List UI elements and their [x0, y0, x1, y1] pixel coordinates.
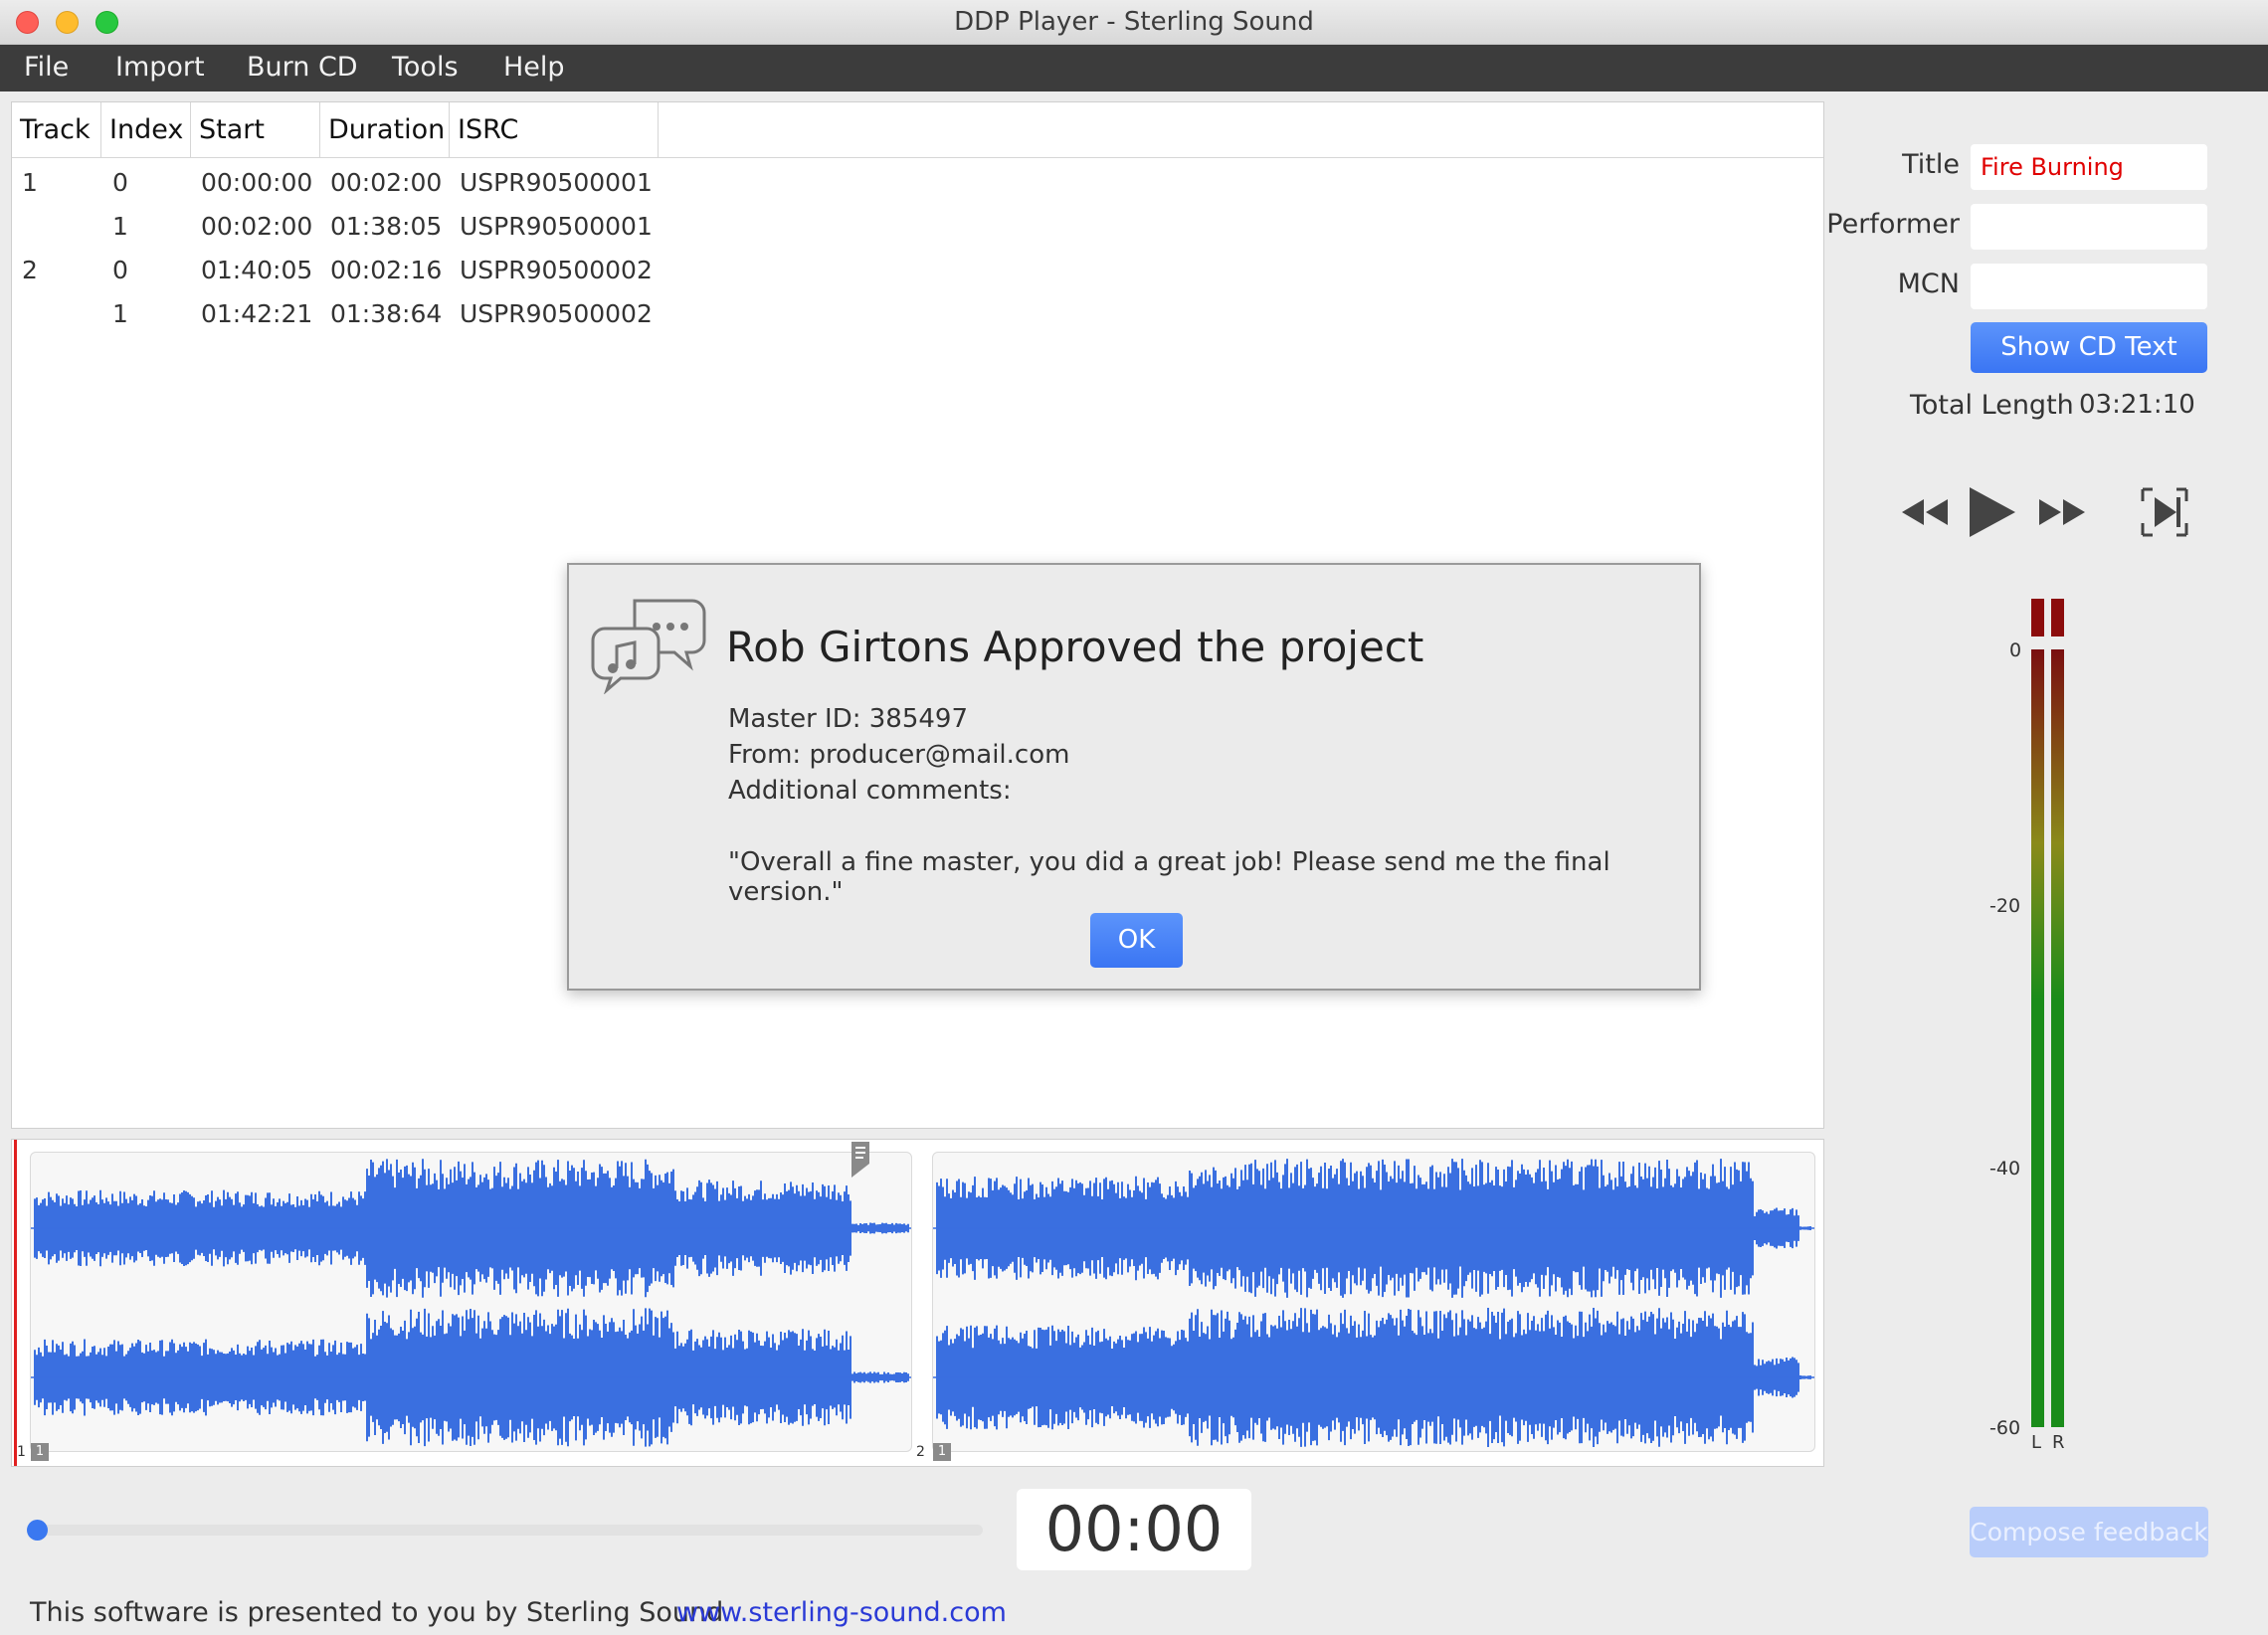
title-label: Title — [1902, 149, 1960, 180]
cell-index: 1 — [112, 212, 128, 241]
performer-field[interactable] — [1971, 204, 2207, 250]
play-icon[interactable] — [1968, 485, 2017, 539]
cell-start: 01:40:05 — [201, 256, 313, 284]
table-row[interactable]: 2 0 01:40:05 00:02:16 USPR90500002 — [12, 249, 1823, 292]
menu-help[interactable]: Help — [503, 52, 565, 83]
table-row[interactable]: 1 01:42:21 01:38:64 USPR90500002 — [12, 292, 1823, 336]
cell-duration: 01:38:64 — [330, 299, 443, 328]
chat-music-icon — [591, 599, 706, 694]
cell-isrc: USPR90500001 — [460, 168, 653, 197]
cell-start: 00:02:00 — [201, 212, 313, 241]
cell-index: 0 — [112, 168, 128, 197]
comments-label: Additional comments: — [728, 776, 1012, 806]
performer-label: Performer — [1826, 209, 1960, 240]
menu-burn-cd[interactable]: Burn CD — [247, 52, 358, 83]
meter-scale-label: 0 — [2009, 639, 2022, 661]
right-peak-indicator — [2051, 599, 2064, 636]
window-title: DDP Player - Sterling Sound — [954, 7, 1314, 37]
total-length-label: Total Length — [1910, 390, 2074, 421]
meter-scale-label: -40 — [1989, 1158, 2021, 1180]
cell-start: 01:42:21 — [201, 299, 313, 328]
menu-file[interactable]: File — [24, 52, 69, 83]
cell-duration: 00:02:16 — [330, 256, 443, 284]
skip-to-marker-icon[interactable] — [2139, 485, 2190, 539]
cell-index: 1 — [112, 299, 128, 328]
position-slider[interactable] — [36, 1525, 983, 1536]
dialog-title: Rob Girtons Approved the project — [726, 623, 1424, 671]
cell-isrc: USPR90500002 — [460, 299, 653, 328]
footer-text: This software is presented to you by Ste… — [30, 1597, 724, 1628]
ok-button[interactable]: OK — [1090, 913, 1183, 968]
menu-bar: File Import Burn CD Tools Help — [0, 45, 2268, 91]
right-channel-label: R — [2052, 1432, 2065, 1453]
table-header: Track Index Start Duration ISRC — [12, 102, 1823, 158]
column-header-duration[interactable]: Duration — [320, 102, 450, 158]
time-display: 00:00 — [1017, 1489, 1251, 1570]
cell-isrc: USPR90500002 — [460, 256, 653, 284]
mcn-label: MCN — [1897, 269, 1960, 299]
cell-start: 00:00:00 — [201, 168, 313, 197]
from-text: From: producer@mail.com — [728, 740, 1070, 770]
cell-isrc: USPR90500001 — [460, 212, 653, 241]
playhead[interactable] — [14, 1140, 17, 1466]
left-level-meter — [2031, 649, 2044, 1427]
left-peak-indicator — [2031, 599, 2044, 636]
left-channel-label: L — [2031, 1432, 2042, 1453]
menu-import[interactable]: Import — [115, 52, 205, 83]
column-header-index[interactable]: Index — [101, 102, 191, 158]
menu-tools[interactable]: Tools — [392, 52, 459, 83]
position-slider-knob[interactable] — [27, 1520, 48, 1541]
index-marker-flag[interactable]: 1 — [933, 1443, 951, 1461]
title-field[interactable] — [1971, 144, 2207, 190]
track-marker-number: 2 — [916, 1444, 925, 1460]
footer-link[interactable]: www.sterling-sound.com — [676, 1597, 1007, 1628]
waveform-track-2-graphic — [933, 1159, 1814, 1447]
title-bar: DDP Player - Sterling Sound — [0, 0, 2268, 45]
right-level-meter — [2051, 649, 2064, 1427]
table-row[interactable]: 1 0 00:00:00 00:02:00 USPR90500001 — [12, 161, 1823, 205]
cell-track: 2 — [22, 256, 38, 284]
column-header-track[interactable]: Track — [12, 102, 101, 158]
comment-text: "Overall a fine master, you did a great … — [728, 847, 1610, 907]
comment-marker-icon[interactable] — [850, 1140, 873, 1180]
cell-duration: 00:02:00 — [330, 168, 443, 197]
cell-duration: 01:38:05 — [330, 212, 443, 241]
mcn-field[interactable] — [1971, 264, 2207, 309]
index-marker-flag[interactable]: 1 — [31, 1443, 49, 1461]
meter-scale-label: -60 — [1989, 1417, 2021, 1439]
show-cd-text-button[interactable]: Show CD Text — [1971, 322, 2207, 373]
track-marker-number: 1 — [17, 1444, 26, 1460]
column-header-start[interactable]: Start — [191, 102, 320, 158]
waveform-track-2[interactable] — [932, 1152, 1815, 1452]
table-row[interactable]: 1 00:02:00 01:38:05 USPR90500001 — [12, 205, 1823, 249]
compose-feedback-button[interactable]: Compose feedback — [1970, 1507, 2208, 1557]
total-length-value: 03:21:10 — [2079, 390, 2195, 420]
waveform-panel[interactable]: 1 1 2 1 — [11, 1139, 1824, 1467]
fast-forward-icon[interactable] — [2037, 495, 2087, 529]
waveform-track-1[interactable] — [30, 1152, 912, 1452]
meter-scale-label: -20 — [1989, 895, 2021, 917]
approval-dialog: Rob Girtons Approved the project Master … — [567, 563, 1701, 991]
rewind-icon[interactable] — [1900, 495, 1950, 529]
waveform-track-1-graphic — [31, 1159, 911, 1447]
master-id-text: Master ID: 385497 — [728, 704, 969, 734]
cell-index: 0 — [112, 256, 128, 284]
cell-track: 1 — [22, 168, 38, 197]
column-header-isrc[interactable]: ISRC — [450, 102, 659, 158]
